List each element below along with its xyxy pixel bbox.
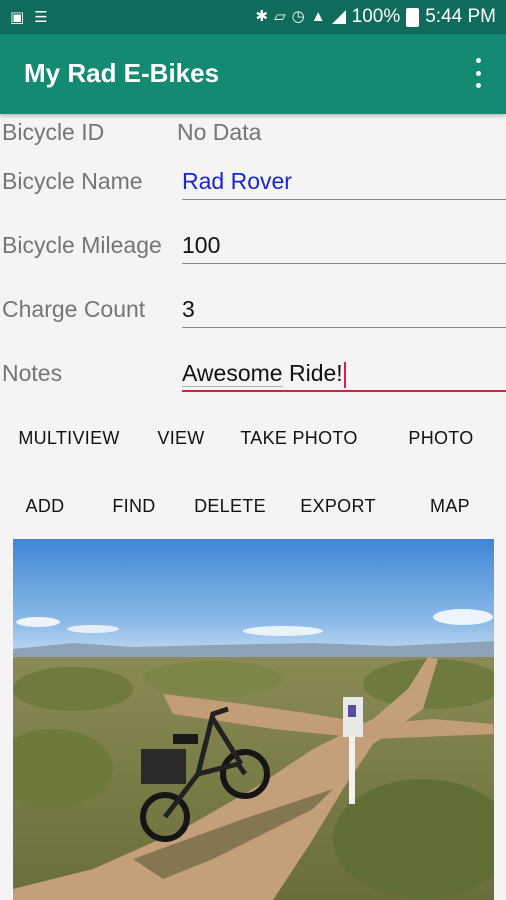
photo-button[interactable]: PHOTO (404, 428, 478, 449)
notes-word-awesome: Awesome (182, 360, 283, 387)
signal-icon (331, 10, 346, 24)
bicycle-mileage-label: Bicycle Mileage (2, 232, 162, 258)
battery-icon (406, 7, 420, 27)
find-button[interactable]: FIND (108, 496, 160, 517)
status-bar: ▣ ☰ ✱ ▱ ◷ ▲ 100% 5:44 PM (0, 0, 506, 34)
notes-field[interactable]: Awesome Ride! (182, 356, 506, 392)
bicycle-name-field[interactable]: Rad Rover (182, 164, 506, 200)
delete-button[interactable]: DELETE (192, 496, 268, 517)
app-title: My Rad E-Bikes (24, 58, 220, 88)
battery-percent: 100% (351, 6, 401, 27)
view-button[interactable]: VIEW (152, 428, 210, 449)
bicycle-name-label: Bicycle Name (2, 168, 143, 194)
alarm-icon: ◷ (291, 8, 305, 25)
list-notification-icon: ☰ (34, 9, 48, 26)
notes-word-ride: Ride! (282, 360, 343, 386)
wifi-icon: ▲ (310, 8, 326, 25)
charge-count-field[interactable]: 3 (182, 292, 506, 328)
charge-count-label: Charge Count (2, 296, 146, 322)
text-cursor (343, 361, 346, 388)
bicycle-mileage-field[interactable]: 100 (182, 228, 506, 264)
multiview-button[interactable]: MULTIVIEW (14, 428, 124, 449)
bicycle-id-value: No Data (177, 119, 262, 145)
app-bar: My Rad E-Bikes (0, 34, 506, 114)
notes-label: Notes (2, 360, 63, 386)
add-button[interactable]: ADD (20, 496, 70, 517)
bicycle-id-label: Bicycle ID (2, 119, 105, 145)
bluetooth-icon: ✱ (255, 8, 269, 25)
clock: 5:44 PM (425, 6, 496, 27)
mute-icon: ▱ (274, 8, 286, 25)
export-button[interactable]: EXPORT (297, 496, 379, 517)
take-photo-button[interactable]: TAKE PHOTO (236, 428, 362, 449)
map-button[interactable]: MAP (424, 496, 476, 517)
bike-photo (13, 539, 494, 900)
overflow-menu-icon[interactable] (470, 58, 486, 88)
gallery-notification-icon: ▣ (10, 9, 25, 26)
